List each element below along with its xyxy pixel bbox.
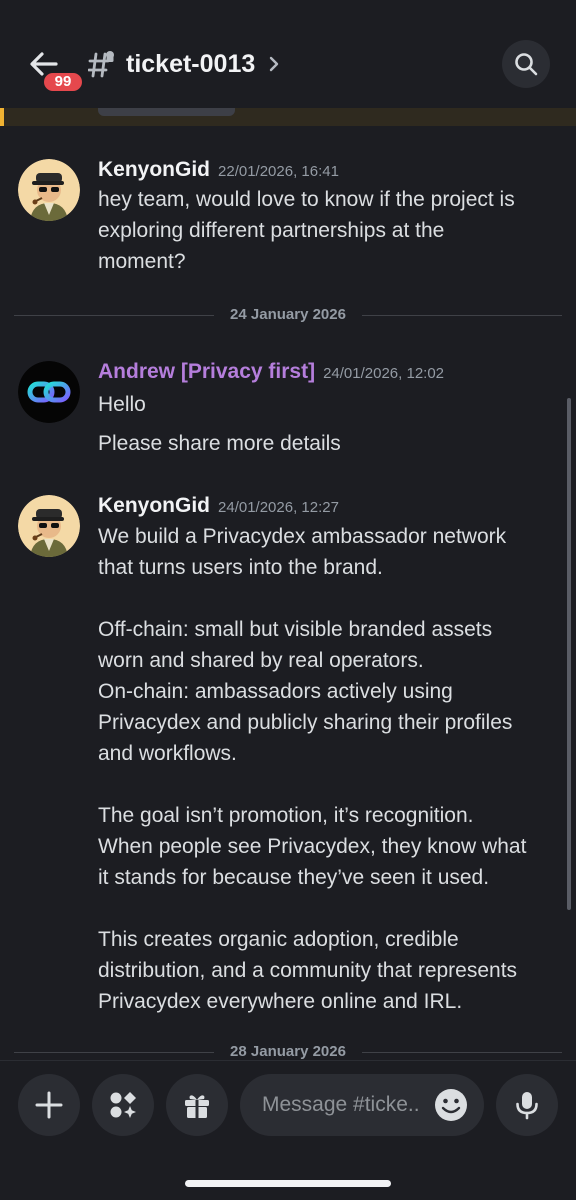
thread-hash-icon [87, 48, 116, 78]
author-name[interactable]: KenyonGid [98, 494, 210, 517]
divider-line [362, 315, 562, 316]
message-composer: Message #ticke.. [0, 1061, 576, 1200]
message-line: Hello [98, 393, 146, 416]
avatar[interactable] [18, 361, 80, 423]
message-line: When people see Privacydex, they know wh… [98, 835, 527, 858]
message-line: Off-chain: small but visible branded ass… [98, 618, 493, 641]
author-name[interactable]: KenyonGid [98, 158, 210, 181]
timestamp: 22/01/2026, 16:41 [218, 163, 339, 180]
avatar[interactable] [18, 495, 80, 557]
message-line: This creates organic adoption, credible [98, 928, 459, 951]
channel-header: 99 ticket-0013 [0, 0, 576, 108]
message-1[interactable]: KenyonGid 22/01/2026, 16:41 hey team, wou… [0, 156, 576, 296]
author-name[interactable]: Andrew [Privacy first] [98, 360, 315, 383]
message-meta: KenyonGid 24/01/2026, 12:27 [98, 494, 339, 518]
timestamp: 24/01/2026, 12:27 [218, 499, 339, 516]
plus-icon [35, 1091, 63, 1119]
status-strip [0, 108, 576, 126]
home-indicator [185, 1180, 391, 1187]
message-line: Privacydex and publicly sharing their pr… [98, 711, 513, 734]
divider-line [362, 1052, 562, 1053]
chevron-right-icon[interactable] [268, 55, 280, 73]
message-body: We build a Privacydex ambassador network… [98, 521, 558, 1017]
avatar[interactable] [18, 159, 80, 221]
message-meta: KenyonGid 22/01/2026, 16:41 [98, 158, 339, 182]
apps-button[interactable] [92, 1074, 154, 1136]
voice-button[interactable] [496, 1074, 558, 1136]
message-line: it stands for because they’ve seen it us… [98, 866, 490, 889]
message-body: hey team, would love to know if the proj… [98, 184, 558, 277]
date-divider: 24 January 2026 [14, 305, 562, 325]
message-line: We build a Privacydex ambassador network [98, 525, 507, 548]
microphone-icon [516, 1092, 538, 1120]
add-button[interactable] [18, 1074, 80, 1136]
message-line: On-chain: ambassadors actively using [98, 680, 453, 703]
message-line: exploring different partnerships at the [98, 219, 445, 242]
gift-button[interactable] [166, 1074, 228, 1136]
scrollbar[interactable] [567, 398, 571, 910]
apps-icon [110, 1092, 136, 1118]
message-line: and workflows. [98, 742, 237, 765]
channel-title[interactable]: ticket-0013 [126, 48, 255, 80]
date-divider: 28 January 2026 [14, 1042, 562, 1062]
message-input[interactable]: Message #ticke.. [240, 1074, 484, 1136]
gift-icon [185, 1095, 209, 1118]
message-line: hey team, would love to know if the proj… [98, 188, 515, 211]
search-button[interactable] [502, 40, 550, 88]
message-meta: Andrew [Privacy first] 24/01/2026, 12:02 [98, 360, 444, 384]
emoji-icon[interactable] [434, 1088, 468, 1122]
message-3[interactable]: KenyonGid 24/01/2026, 12:27 We build a Pr… [0, 492, 576, 1022]
message-line: Privacydex everywhere online and IRL. [98, 990, 463, 1013]
search-icon [515, 53, 538, 76]
message-body: Hello Please share more details [98, 389, 558, 459]
accent-bar [0, 108, 4, 126]
message-input-placeholder: Message #ticke.. [262, 1093, 420, 1116]
message-line: Please share more details [98, 432, 341, 455]
message-line: that turns users into the brand. [98, 556, 383, 579]
strip-pill [98, 108, 235, 116]
unread-badge: 99 [41, 70, 85, 94]
timestamp: 24/01/2026, 12:02 [323, 365, 445, 382]
message-line: The goal isn’t promotion, it’s recogniti… [98, 804, 474, 827]
message-line: distribution, and a community that repre… [98, 959, 518, 982]
message-2[interactable]: Andrew [Privacy first] 24/01/2026, 12:02 … [0, 358, 576, 468]
message-line: worn and shared by real operators. [98, 649, 424, 672]
message-line: moment? [98, 250, 186, 273]
